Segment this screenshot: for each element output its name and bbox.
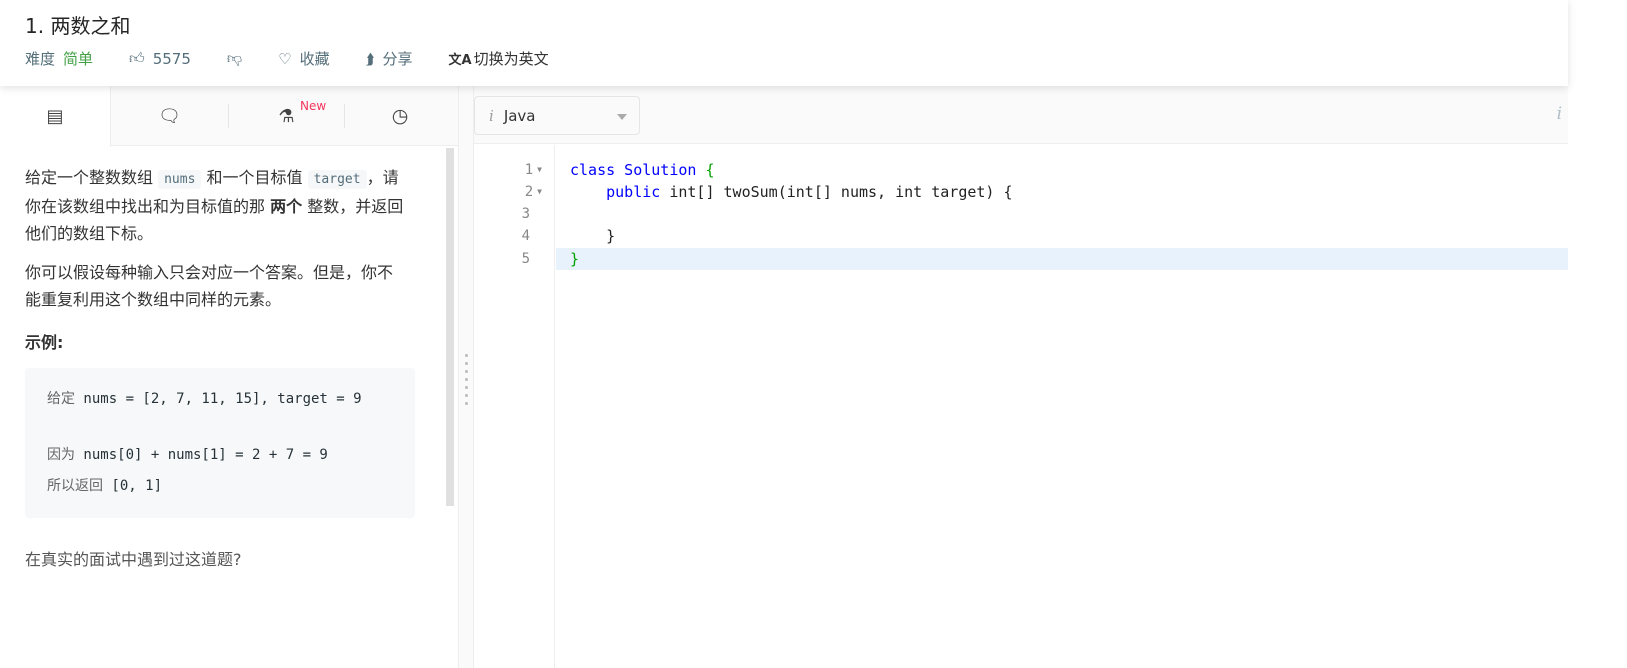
line-number: 4 bbox=[521, 228, 530, 244]
interview-question[interactable]: 在真实的面试中遇到过这道题? bbox=[25, 546, 405, 573]
inline-code: target bbox=[307, 170, 367, 189]
tab-solutions[interactable]: 🗨︎ bbox=[111, 86, 228, 146]
example-heading: 示例: bbox=[25, 333, 64, 352]
code-editor[interactable]: 1 ▼ 2 ▼ 3 4 5 class Solution { public int[… bbox=[474, 145, 1568, 668]
heart-icon: ♡ bbox=[278, 49, 292, 68]
bold-text: 两个 bbox=[270, 197, 303, 216]
flask-icon: ⚗︎ bbox=[278, 105, 295, 127]
code-text: nums = [2, 7, 11, 15], target = 9 bbox=[75, 391, 362, 407]
favorite-label: 收藏 bbox=[299, 50, 330, 68]
caret-down-icon bbox=[617, 114, 627, 125]
code-text: nums[0] + nums[1] = 2 + 7 = 9 bbox=[75, 447, 328, 463]
description-paragraph: 给定一个整数数组 nums 和一个目标值 target ，请你在该数组中找出和为目… bbox=[25, 164, 405, 247]
problem-description: 给定一个整数数组 nums 和一个目标值 target ，请你在该数组中找出和为目… bbox=[0, 146, 458, 668]
line-number: 2 ▼ bbox=[524, 184, 542, 200]
fold-arrow-icon[interactable]: ▼ bbox=[537, 165, 542, 174]
text: 和一个目标值 bbox=[201, 168, 308, 187]
difficulty: 难度 简单 bbox=[25, 48, 93, 69]
inline-code: nums bbox=[158, 170, 202, 189]
difficulty-value: 简单 bbox=[63, 50, 94, 68]
share-icon: ⮭ bbox=[365, 49, 375, 68]
line-number: 3 bbox=[521, 206, 530, 222]
description-icon: ▤ bbox=[46, 106, 64, 127]
description-scrollbar[interactable] bbox=[446, 148, 454, 506]
info-icon: i bbox=[489, 106, 494, 125]
tab-description[interactable]: ▤ bbox=[0, 86, 111, 147]
left-tabs: ▤ 🗨︎ ⚗︎ New ◷ bbox=[0, 86, 458, 147]
problem-header: 1. 两数之和 难度 简单 👍︎ 5575 👎︎ ♡ 收藏 ⮭ 分享 文A 切换为英文 bbox=[0, 0, 1568, 86]
code-text: [0, 1] bbox=[103, 478, 163, 494]
example-block: 给定 nums = [2, 7, 11, 15], target = 9 因为 … bbox=[25, 368, 415, 518]
editor-toolbar: i Java i bbox=[474, 86, 1568, 144]
language-value: Java bbox=[503, 106, 536, 125]
difficulty-label: 难度 bbox=[25, 50, 56, 68]
code-line: } bbox=[570, 250, 580, 268]
dislike-button[interactable]: 👎︎ bbox=[227, 49, 242, 68]
code-line: class Solution { bbox=[570, 161, 715, 179]
text: 给定 bbox=[47, 391, 75, 407]
favorite-button[interactable]: ♡ 收藏 bbox=[278, 48, 329, 69]
description-paragraph: 你可以假设每种输入只会对应一个答案。但是，你不能重复利用这个数组中同样的元素。 bbox=[25, 263, 394, 309]
switch-language-button[interactable]: 文A 切换为英文 bbox=[449, 48, 549, 69]
clock-icon: ◷ bbox=[391, 105, 409, 127]
text: 所以返回 bbox=[47, 478, 103, 494]
switch-language-label: 切换为英文 bbox=[473, 50, 549, 68]
code-line: } bbox=[570, 227, 616, 245]
drag-handle-icon bbox=[465, 354, 468, 410]
thumbs-up-icon: 👍︎ bbox=[129, 49, 145, 67]
fold-arrow-icon[interactable]: ▼ bbox=[537, 187, 542, 196]
language-select[interactable]: i Java bbox=[474, 96, 640, 135]
text: 给定一个整数数组 bbox=[25, 168, 159, 187]
active-line-highlight bbox=[556, 248, 1568, 270]
like-button[interactable]: 👍︎ 5575 bbox=[129, 49, 191, 68]
share-button[interactable]: ⮭ 分享 bbox=[366, 48, 413, 69]
tab-lab[interactable]: ⚗︎ bbox=[229, 86, 344, 146]
line-number: 1 ▼ bbox=[524, 162, 542, 178]
share-label: 分享 bbox=[382, 50, 413, 68]
line-number: 5 bbox=[521, 251, 530, 267]
text: 因为 bbox=[47, 447, 75, 463]
thumbs-down-icon: 👎︎ bbox=[226, 49, 243, 67]
problem-title: 1. 两数之和 bbox=[25, 14, 131, 38]
code-line: public int[] twoSum(int[] nums, int targ… bbox=[606, 183, 1013, 201]
tab-submissions[interactable]: ◷ bbox=[345, 86, 455, 146]
line-gutter: 1 ▼ 2 ▼ 3 4 5 bbox=[474, 145, 555, 668]
pane-resizer[interactable] bbox=[458, 86, 474, 668]
info-icon[interactable]: i bbox=[1557, 104, 1562, 124]
like-count: 5575 bbox=[152, 49, 191, 68]
translate-icon: 文A bbox=[448, 53, 472, 68]
comment-icon: 🗨︎ bbox=[158, 105, 181, 127]
new-badge: New bbox=[300, 99, 327, 113]
